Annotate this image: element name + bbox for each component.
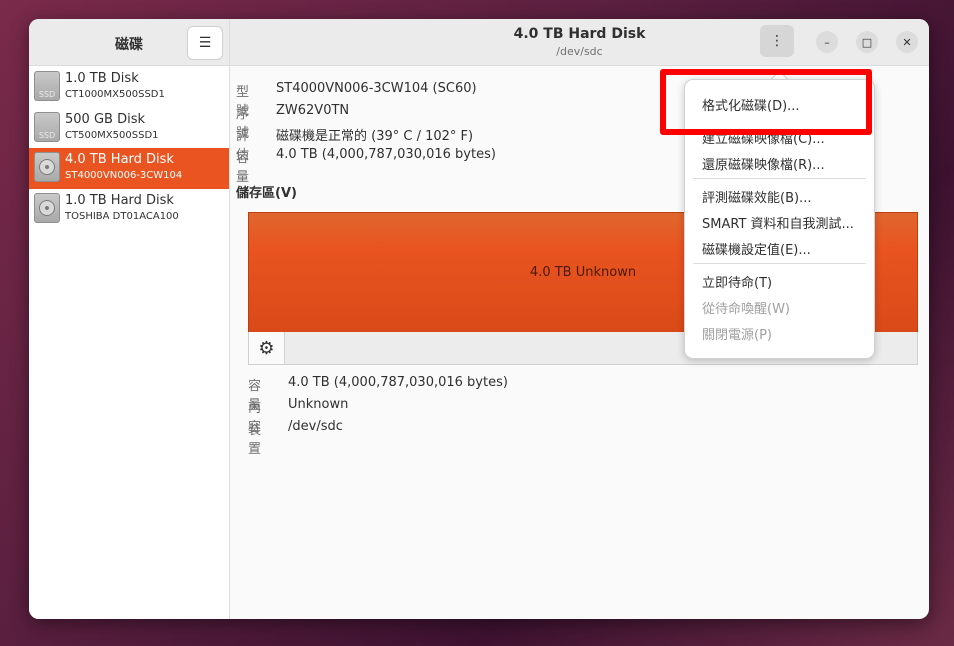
menu-item-standby-now[interactable]: 立即待命(T) [702, 272, 772, 291]
menu-item-restore-image[interactable]: 還原磁碟映像檔(R)... [702, 154, 825, 173]
disk-item-selected[interactable]: 4.0 TB Hard Disk ST4000VN006-3CW104 [29, 148, 229, 189]
hdd-icon [34, 193, 60, 223]
menu-item-wake-up: 從待命喚醒(W) [702, 302, 790, 317]
ssd-icon: SSD [34, 71, 60, 101]
sidebar: 磁碟 ☰ SSD 1.0 TB Disk CT1000MX500SSD1 SSD… [29, 19, 230, 619]
header-bar: 4.0 TB Hard Disk /dev/sdc ⋮ – □ ✕ [230, 19, 929, 66]
info-value: 4.0 TB (4,000,787,030,016 bytes) [288, 375, 508, 390]
menu-separator [693, 263, 866, 264]
disk-item[interactable]: SSD 1.0 TB Disk CT1000MX500SSD1 [29, 67, 229, 108]
hamburger-icon: ☰ [198, 35, 212, 51]
disk-name: 1.0 TB Disk [65, 71, 139, 86]
minimize-icon: – [824, 35, 830, 49]
menu-item-smart-data[interactable]: SMART 資料和自我測試... [702, 213, 854, 232]
kebab-menu-icon: ⋮ [770, 33, 784, 49]
menu-item-power-off: 關閉電源(P) [702, 328, 772, 343]
info-key: 裝置 [248, 423, 262, 457]
info-value: ZW62V0TN [276, 103, 350, 118]
volumes-title: 儲存區(V) [236, 186, 297, 201]
maximize-button[interactable]: □ [856, 31, 878, 53]
menu-separator [693, 178, 866, 179]
gear-icon: ⚙ [258, 337, 275, 359]
info-key: 容量 [236, 151, 250, 185]
disk-name: 1.0 TB Hard Disk [65, 193, 174, 208]
sidebar-header: 磁碟 ☰ [29, 19, 229, 66]
info-value: /dev/sdc [288, 419, 343, 434]
partition-options-button[interactable]: ⚙ [249, 332, 285, 364]
disk-item[interactable]: SSD 500 GB Disk CT500MX500SSD1 [29, 108, 229, 149]
disk-name: 4.0 TB Hard Disk [65, 152, 174, 167]
disk-model: CT500MX500SSD1 [65, 130, 159, 141]
info-value: ST4000VN006-3CW104 (SC60) [276, 81, 477, 96]
highlight-annotation [660, 69, 872, 135]
menu-item-drive-settings[interactable]: 磁碟機設定值(E)... [702, 239, 811, 258]
maximize-icon: □ [861, 35, 873, 49]
disk-item[interactable]: 1.0 TB Hard Disk TOSHIBA DT01ACA100 [29, 189, 229, 230]
info-value: 磁碟機是正常的 (39° C / 102° F) [276, 129, 474, 144]
drive-options-button[interactable]: ⋮ [760, 25, 794, 57]
close-icon: ✕ [902, 35, 912, 49]
ssd-icon: SSD [34, 112, 60, 142]
minimize-button[interactable]: – [816, 31, 838, 53]
hdd-icon [34, 152, 60, 182]
disk-model: ST4000VN006-3CW104 [65, 170, 183, 181]
app-menu-button[interactable]: ☰ [187, 26, 223, 60]
disk-name: 500 GB Disk [65, 112, 145, 127]
info-value: 4.0 TB (4,000,787,030,016 bytes) [276, 147, 496, 162]
info-value: Unknown [288, 397, 349, 412]
disk-model: CT1000MX500SSD1 [65, 89, 165, 100]
disk-model: TOSHIBA DT01ACA100 [65, 211, 179, 222]
disks-window: 磁碟 ☰ SSD 1.0 TB Disk CT1000MX500SSD1 SSD… [29, 19, 929, 619]
menu-item-benchmark[interactable]: 評測磁碟效能(B)... [702, 187, 811, 206]
close-button[interactable]: ✕ [896, 31, 918, 53]
